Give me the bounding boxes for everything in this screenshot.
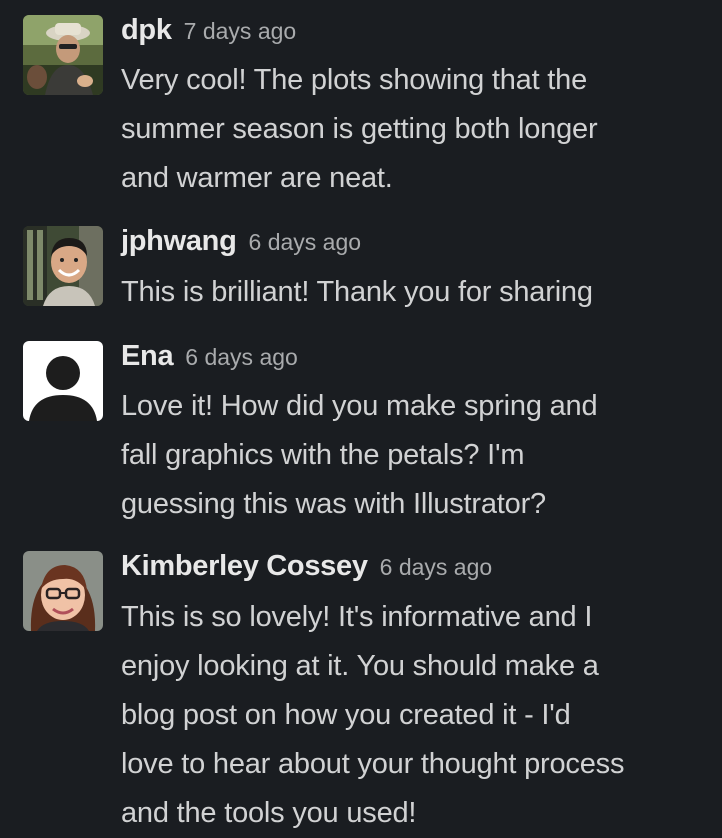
message-line: and the tools you used! — [121, 797, 417, 829]
message-text: Very cool! The plots showing that the su… — [121, 56, 711, 203]
timestamp[interactable]: 7 days ago — [184, 18, 297, 44]
message-line: guessing this was with Illustrator? — [121, 488, 546, 520]
message-line: summer season is getting both longer — [121, 113, 598, 145]
message-line: blog post on how you created it - I'd — [121, 699, 571, 731]
message-line: This is so lovely! It's informative and … — [121, 601, 593, 633]
message-header: Kimberley Cossey 6 days ago — [121, 550, 492, 583]
message-text: Love it! How did you make spring and fal… — [121, 382, 711, 529]
avatar[interactable] — [23, 226, 103, 306]
message-text: This is so lovely! It's informative and … — [121, 593, 711, 838]
timestamp[interactable]: 6 days ago — [249, 229, 362, 255]
timestamp[interactable]: 6 days ago — [380, 554, 493, 580]
profile-photo-icon — [23, 15, 103, 95]
profile-photo-icon — [23, 551, 103, 631]
default-user-icon — [23, 341, 103, 421]
avatar[interactable] — [23, 551, 103, 631]
message-header: Ena 6 days ago — [121, 340, 298, 373]
message-line: and warmer are neat. — [121, 162, 393, 194]
message-line: enjoy looking at it. You should make a — [121, 650, 599, 682]
message-line: Love it! How did you make spring and — [121, 390, 598, 422]
avatar[interactable] — [23, 341, 103, 421]
message-header: dpk 7 days ago — [121, 14, 296, 47]
author-name[interactable]: Kimberley Cossey — [121, 550, 368, 582]
message-text: This is brilliant! Thank you for sharing — [121, 268, 711, 317]
message-line: This is brilliant! Thank you for sharing — [121, 276, 593, 308]
message-header: jphwang 6 days ago — [121, 225, 361, 258]
message-line: fall graphics with the petals? I'm — [121, 439, 525, 471]
profile-photo-icon — [23, 226, 103, 306]
message-line: love to hear about your thought process — [121, 748, 625, 780]
timestamp[interactable]: 6 days ago — [185, 344, 298, 370]
avatar[interactable] — [23, 15, 103, 95]
message-line: Very cool! The plots showing that the — [121, 64, 588, 96]
author-name[interactable]: jphwang — [121, 225, 237, 257]
author-name[interactable]: Ena — [121, 340, 174, 372]
author-name[interactable]: dpk — [121, 14, 172, 46]
